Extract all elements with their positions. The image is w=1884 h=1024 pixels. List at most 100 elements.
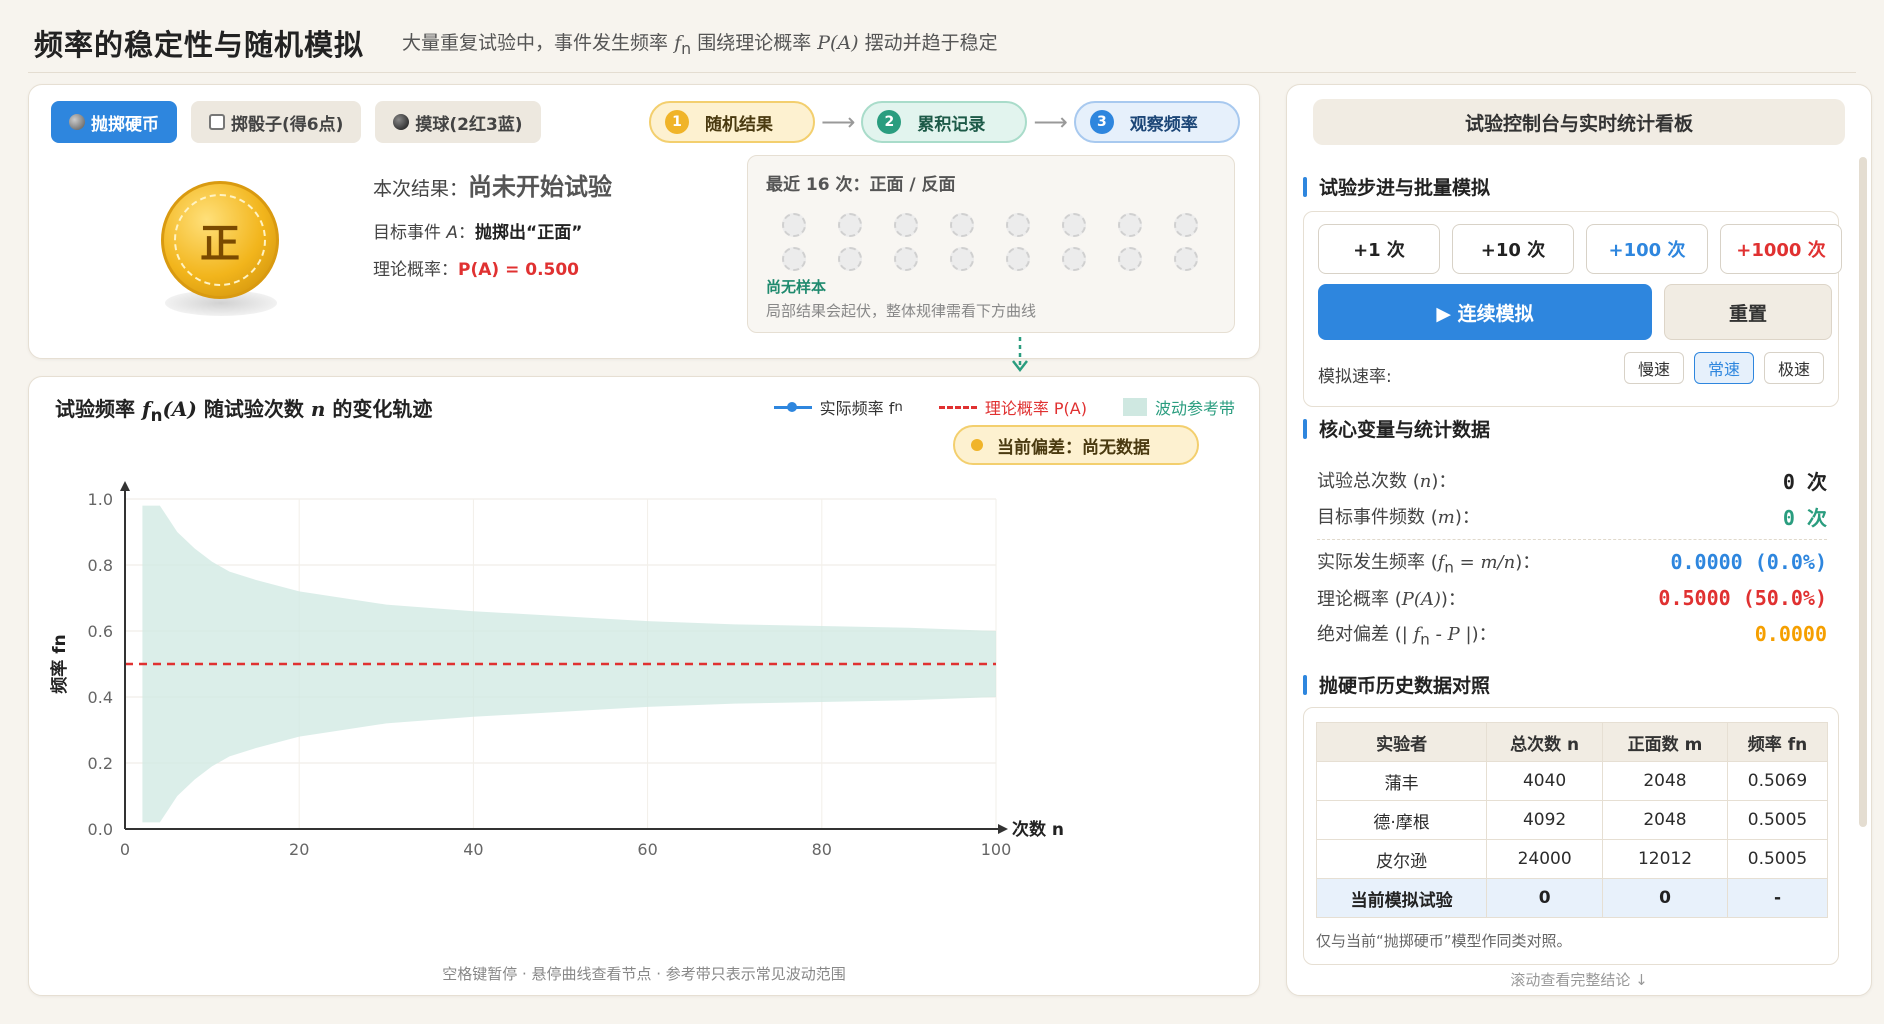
y-tick-label: 1.0 xyxy=(88,490,113,509)
page-title: 频率的稳定性与随机模拟 xyxy=(34,28,365,62)
deviation-badge: 当前偏差：尚无数据 xyxy=(953,425,1199,465)
step-buttons: +1 次 +10 次 +100 次 +1000 次 xyxy=(1318,224,1842,274)
tab-ball[interactable]: 摸球(2红3蓝) xyxy=(375,101,541,143)
recent-dot-empty xyxy=(1174,213,1198,237)
x-axis-label: 次数 n xyxy=(1012,819,1064,840)
recent-dot-empty xyxy=(950,247,974,271)
recent-dot-empty xyxy=(950,213,974,237)
y-tick-label: 0.0 xyxy=(88,820,113,839)
scroll-hint[interactable]: 滚动查看完整结论 ↓ xyxy=(1287,969,1871,990)
recent-dot-empty xyxy=(1118,247,1142,271)
no-sample-label: 尚无样本 xyxy=(766,278,827,296)
speed-fast-button[interactable]: 极速 xyxy=(1764,352,1824,384)
table-row: 蒲丰 4040 2048 0.5069 xyxy=(1315,761,1828,801)
y-axis-arrow xyxy=(120,481,130,491)
recent-dot-empty xyxy=(1006,213,1030,237)
speed-selector: 慢速 常速 极速 xyxy=(1624,352,1824,384)
x-tick-label: 40 xyxy=(463,840,483,859)
tab-coin[interactable]: 抛掷硬币 xyxy=(51,101,177,143)
stat-total: 试验总次数 (n)： 0 次 xyxy=(1317,463,1827,497)
coin-icon xyxy=(69,114,85,130)
table-row: 德·摩根 4092 2048 0.5005 xyxy=(1315,800,1828,840)
table-header-row: 实验者 总次数 n 正面数 m 频率 fn xyxy=(1315,722,1828,762)
stat-event-value: 0 次 xyxy=(1782,505,1827,530)
step-1-button[interactable]: +1 次 xyxy=(1318,224,1440,274)
history-note: 仅与当前“抛掷硬币”模型作同类对照。 xyxy=(1316,932,1572,950)
arrow-right-icon: ⟶ xyxy=(1033,108,1068,136)
dice-icon xyxy=(209,114,225,130)
x-tick-label: 100 xyxy=(981,840,1012,859)
recent-dot-empty xyxy=(1174,247,1198,271)
control-dashboard: 试验控制台与实时统计看板 试验步进与批量模拟 +1 次 +10 次 +100 次… xyxy=(1286,84,1872,996)
stat-total-value: 0 次 xyxy=(1782,469,1827,494)
dashboard-title: 试验控制台与实时统计看板 xyxy=(1313,99,1845,145)
section-stats-title: 核心变量与统计数据 xyxy=(1303,415,1490,442)
scrollbar[interactable] xyxy=(1859,157,1867,827)
stat-frequency-value: 0.0000 (0.0%) xyxy=(1670,550,1827,574)
stat-divider xyxy=(1317,539,1827,540)
recent-dot-empty xyxy=(782,247,806,271)
model-tabs: 抛掷硬币 掷骰子(得6点) 摸球(2红3蓝) xyxy=(51,101,541,143)
stat-theory: 理论概率 (P(A))： 0.5000 (50.0%) xyxy=(1317,586,1827,610)
recent-dot-empty xyxy=(894,213,918,237)
section-history-title: 抛硬币历史数据对照 xyxy=(1303,671,1490,698)
recent-dot-empty xyxy=(838,213,862,237)
step-controls: +1 次 +10 次 +100 次 +1000 次 ▶ 连续模拟 重置 模拟速率… xyxy=(1303,211,1842,407)
recent-dot-empty xyxy=(1118,213,1142,237)
step-accumulate: 2 累积记录 xyxy=(861,101,1028,143)
speed-normal-button[interactable]: 常速 xyxy=(1694,352,1754,384)
header-divider xyxy=(28,72,1856,73)
table-row: 皮尔逊 24000 12012 0.5005 xyxy=(1315,839,1828,879)
step-observe: 3 观察频率 xyxy=(1073,101,1240,143)
chart-footnote: 空格键暂停 · 悬停曲线查看节点 · 参考带只表示常见波动范围 xyxy=(442,965,846,983)
col-total: 总次数 n xyxy=(1486,722,1603,762)
theory-probability: 理论概率：P(A) = 0.500 xyxy=(373,260,580,280)
speed-slow-button[interactable]: 慢速 xyxy=(1624,352,1684,384)
recent-dot-empty xyxy=(1062,213,1086,237)
x-tick-label: 20 xyxy=(289,840,309,859)
recent-dot-empty xyxy=(838,247,862,271)
y-tick-label: 0.4 xyxy=(88,688,113,707)
section-step-title: 试验步进与批量模拟 xyxy=(1303,173,1490,200)
arrow-down-icon xyxy=(1012,337,1028,373)
ball-icon xyxy=(393,114,410,130)
step-10-button[interactable]: +10 次 xyxy=(1452,224,1574,274)
stat-event-count: 目标事件频数 (m)： 0 次 xyxy=(1317,499,1827,533)
process-steps: 1 随机结果 ⟶ 2 累积记录 ⟶ 3 观察频率 xyxy=(649,101,1240,143)
col-experimenter: 实验者 xyxy=(1315,722,1488,762)
frequency-chart[interactable]: 0.0 0.2 0.4 0.6 0.8 1.0 0 20 40 60 80 100次数 n 频率 fn xyxy=(29,377,1261,997)
history-table: 实验者 总次数 n 正面数 m 频率 fn 蒲丰 4040 2048 0.506… xyxy=(1315,722,1828,918)
x-tick-label: 0 xyxy=(120,840,130,859)
current-result: 本次结果：尚未开始试验 xyxy=(373,173,613,201)
step-1000-button[interactable]: +1000 次 xyxy=(1720,224,1842,274)
stat-deviation: 绝对偏差 (| fn - P |)： 0.0000 xyxy=(1317,622,1827,649)
tab-dice[interactable]: 掷骰子(得6点) xyxy=(191,101,362,143)
recent-note: 局部结果会起伏，整体规律需看下方曲线 xyxy=(766,302,1037,320)
coin-face: 正 xyxy=(174,194,266,286)
frequency-chart-panel: 试验频率 fn(A) 随试验次数 n 的变化轨迹 实际频率 fn 理论概率 P(… xyxy=(28,376,1260,996)
stat-theory-value: 0.5000 (50.0%) xyxy=(1658,586,1827,610)
step-100-button[interactable]: +100 次 xyxy=(1586,224,1708,274)
y-tick-label: 0.6 xyxy=(88,622,113,641)
step-random-result: 1 随机结果 xyxy=(649,101,815,143)
y-tick-label: 0.2 xyxy=(88,754,113,773)
recent-dots xyxy=(782,213,1198,271)
result-info: 本次结果：尚未开始试验 目标事件 A：抛掷出“正面” 理论概率：P(A) = 0… xyxy=(373,167,612,280)
x-axis-arrow xyxy=(998,824,1008,834)
stat-frequency: 实际发生频率 (fn = m/n)： 0.0000 (0.0%) xyxy=(1317,550,1827,577)
history-panel: 实验者 总次数 n 正面数 m 频率 fn 蒲丰 4040 2048 0.506… xyxy=(1303,707,1839,965)
stat-deviation-value: 0.0000 xyxy=(1754,622,1827,646)
target-event: 目标事件 A：抛掷出“正面” xyxy=(373,223,583,243)
continuous-run-button[interactable]: ▶ 连续模拟 xyxy=(1318,284,1652,340)
y-axis-label: 频率 fn xyxy=(49,634,70,693)
y-tick-label: 0.8 xyxy=(88,556,113,575)
col-heads: 正面数 m xyxy=(1601,722,1729,762)
page-header: 频率的稳定性与随机模拟 大量重复试验中，事件发生频率 fn 围绕理论概率 P(A… xyxy=(34,18,998,68)
x-tick-label: 80 xyxy=(812,840,832,859)
col-frequency: 频率 fn xyxy=(1727,722,1828,762)
recent-dot-empty xyxy=(1006,247,1030,271)
speed-label: 模拟速率: xyxy=(1318,367,1392,387)
coin[interactable]: 正 xyxy=(161,181,279,299)
reset-button[interactable]: 重置 xyxy=(1664,284,1832,340)
recent-dot-empty xyxy=(894,247,918,271)
